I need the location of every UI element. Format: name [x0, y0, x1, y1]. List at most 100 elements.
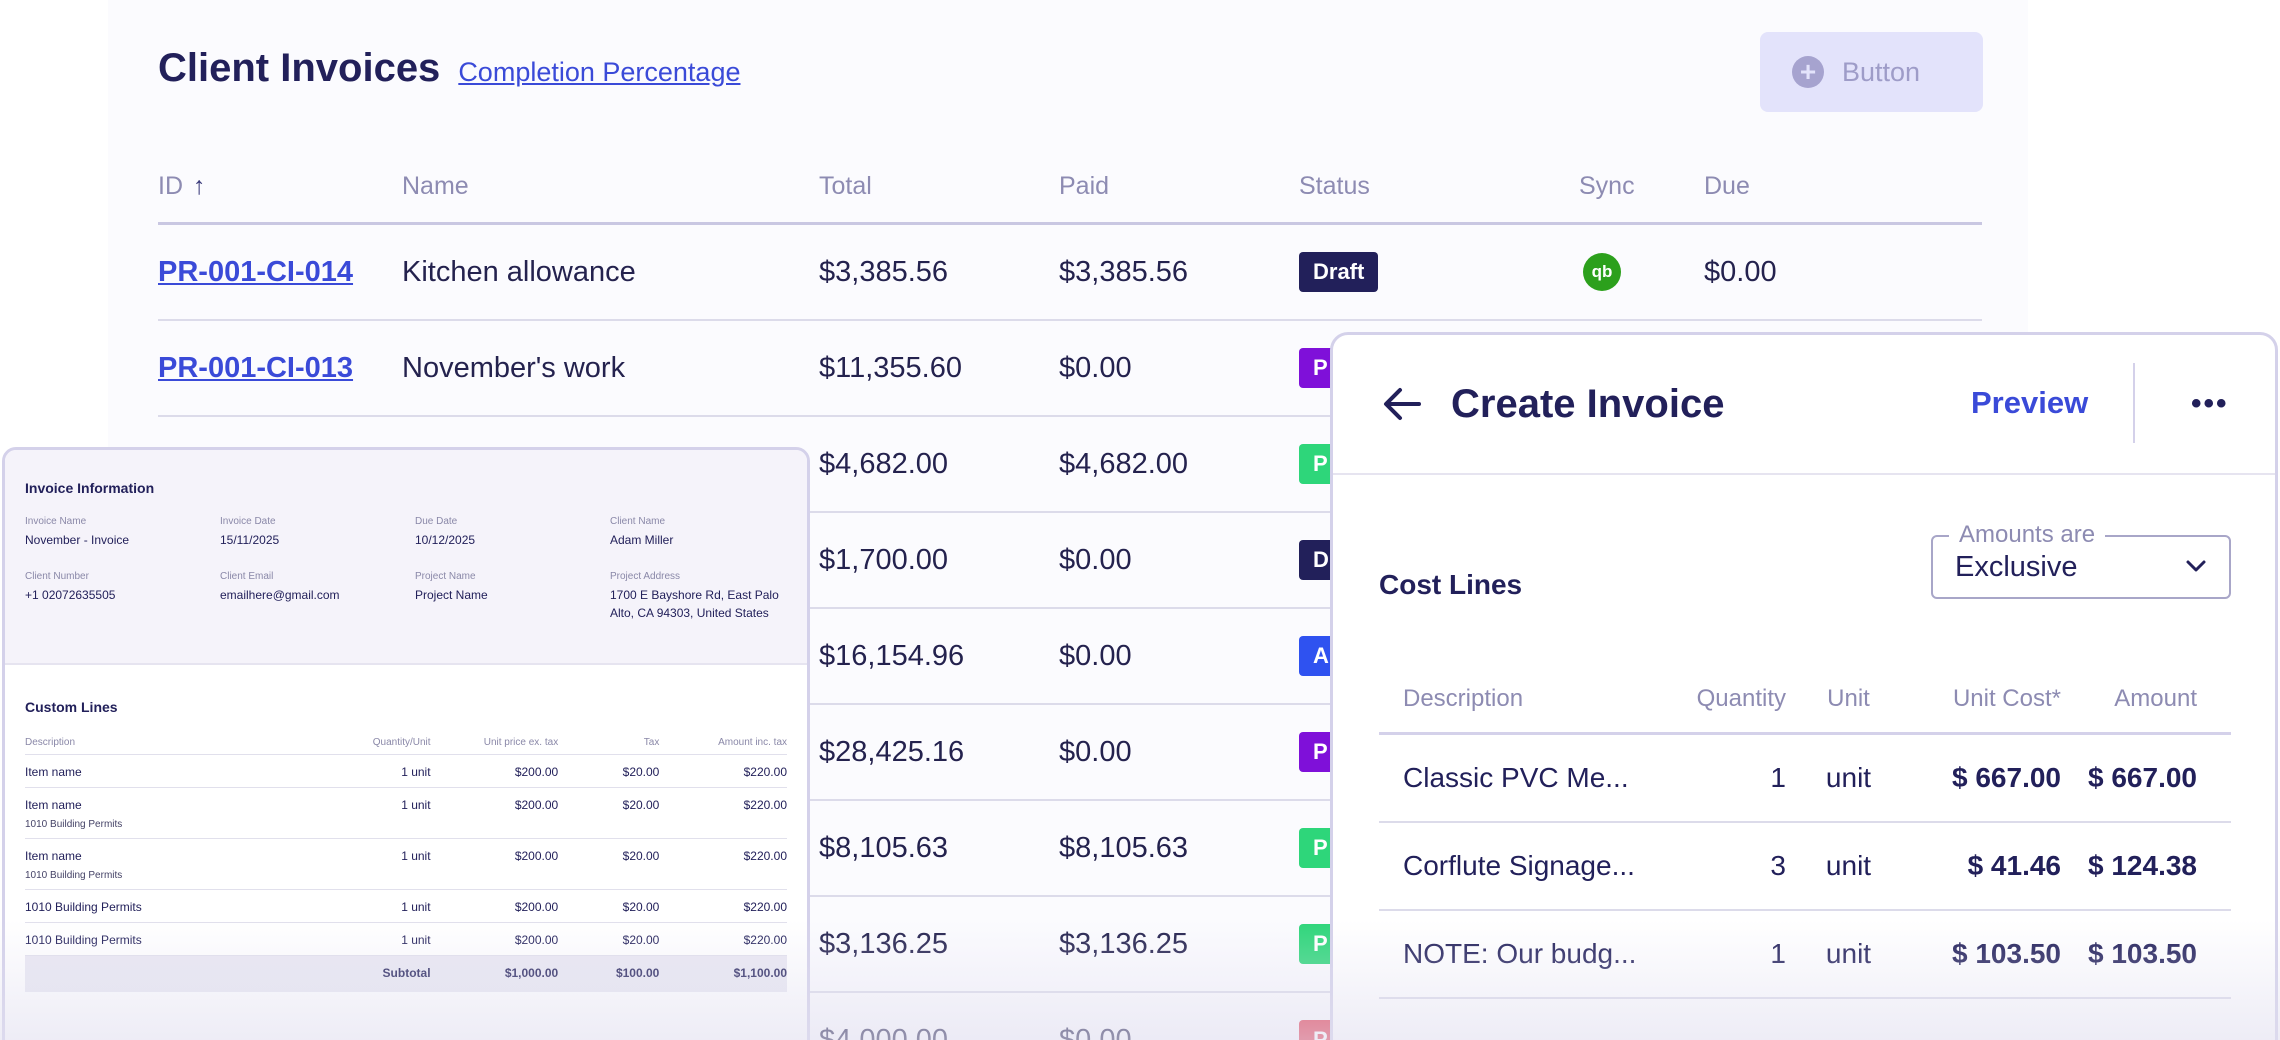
- line-unit-price: $200.00: [514, 900, 559, 914]
- header-divider: [2133, 363, 2135, 443]
- custom-lines-body: Item name 1 unit $200.00 $20.00 $220.00 Item …: [25, 755, 787, 956]
- invoice-field: Due Date 10/12/2025: [415, 516, 610, 549]
- preview-button[interactable]: Preview: [1971, 385, 2088, 421]
- col-unit: Unit: [1827, 684, 1870, 712]
- back-arrow-icon[interactable]: [1383, 384, 1423, 424]
- col-unit-cost: Unit Cost*: [1952, 684, 2061, 712]
- custom-line-row: Item name 1 unit $200.00 $20.00 $220.00: [25, 755, 787, 788]
- row-paid: $4,682.00: [1059, 447, 1189, 480]
- field-value: 1700 E Bayshore Rd, East Palo Alto, CA 9…: [610, 588, 779, 620]
- page-title: Client Invoices: [158, 46, 441, 90]
- add-button[interactable]: + Button: [1760, 32, 1983, 112]
- cost-quantity[interactable]: 1: [1671, 762, 1786, 794]
- cost-description[interactable]: Corflute Signage...: [1379, 850, 1671, 882]
- cost-quantity[interactable]: 3: [1671, 850, 1786, 882]
- line-tax: $20.00: [622, 933, 660, 947]
- cost-lines-header: Description Quantity Unit Unit Cost* Amo…: [1379, 665, 2231, 735]
- column-due[interactable]: Due: [1704, 172, 1904, 201]
- subtotal-row: Subtotal $1,000.00 $100.00 $1,100.00: [25, 956, 787, 992]
- row-total: $4,000.00: [819, 1023, 949, 1040]
- subtotal-tax: $100.00: [615, 966, 660, 980]
- line-description: Item name: [25, 798, 82, 812]
- column-id[interactable]: ID ↑: [158, 172, 402, 201]
- col-description: Description: [25, 737, 76, 748]
- line-quantity: 1 unit: [401, 849, 431, 863]
- line-cost-code: 1010 Building Permits: [25, 819, 123, 830]
- cost-lines-table: Description Quantity Unit Unit Cost* Amo…: [1379, 665, 2231, 999]
- invoice-field: Invoice Name November - Invoice: [25, 516, 220, 549]
- column-paid[interactable]: Paid: [1059, 172, 1299, 201]
- custom-lines-title: Custom Lines: [25, 699, 118, 715]
- row-total: $28,425.16: [819, 735, 965, 768]
- col-unit-price: Unit price ex. tax: [483, 737, 559, 748]
- row-total: $11,355.60: [819, 351, 962, 384]
- line-amount: $220.00: [743, 798, 787, 812]
- line-quantity: 1 unit: [401, 765, 431, 779]
- cost-quantity[interactable]: 1: [1671, 938, 1786, 970]
- field-value: November - Invoice: [25, 533, 130, 547]
- field-value: Adam Miller: [610, 533, 674, 547]
- cost-unit-cost[interactable]: $ 41.46: [1911, 850, 2061, 882]
- subtotal-price: $1,000.00: [504, 966, 559, 980]
- table-row[interactable]: PR-001-CI-014 Kitchen allowance $3,385.56 $…: [158, 225, 1982, 321]
- line-amount: $220.00: [743, 765, 787, 779]
- line-tax: $20.00: [622, 765, 660, 779]
- cost-unit-cost[interactable]: $ 103.50: [1911, 938, 2061, 970]
- invoice-information-title: Invoice Information: [25, 480, 155, 496]
- invoice-field: Client Number +1 02072635505: [25, 571, 220, 622]
- quickbooks-icon: qb: [1583, 253, 1621, 291]
- invoice-id-link[interactable]: PR-001-CI-014: [158, 256, 353, 288]
- amounts-are-select[interactable]: Amounts are Exclusive: [1931, 521, 2231, 599]
- line-amount: $220.00: [743, 849, 787, 863]
- completion-percentage-link[interactable]: Completion Percentage: [458, 57, 740, 88]
- row-total: $3,385.56: [819, 255, 949, 288]
- more-options-icon[interactable]: •••: [2191, 387, 2229, 421]
- row-sync-cell: qb: [1579, 253, 1704, 291]
- row-paid: $8,105.63: [1059, 831, 1189, 864]
- column-sync[interactable]: Sync: [1579, 172, 1704, 201]
- row-total: $1,700.00: [819, 543, 949, 576]
- field-label: Project Address: [610, 571, 681, 582]
- cost-lines-title: Cost Lines: [1379, 569, 1523, 600]
- subtotal-amount: $1,100.00: [733, 966, 787, 980]
- create-invoice-title: Create Invoice: [1451, 381, 1725, 426]
- field-value: emailhere@gmail.com: [220, 588, 340, 602]
- custom-lines-header: Description Quantity/Unit Unit price ex.…: [25, 737, 787, 755]
- line-description: Item name: [25, 765, 82, 779]
- custom-line-row: Item name 1010 Building Permits 1 unit $200…: [25, 788, 787, 839]
- field-label: Client Name: [610, 516, 666, 527]
- custom-line-row: 1010 Building Permits 1 unit $200.00 $20.00…: [25, 923, 787, 956]
- line-unit-price: $200.00: [514, 933, 559, 947]
- field-label: Invoice Date: [220, 516, 276, 527]
- cost-line-row[interactable]: Corflute Signage... 3 unit $ 41.46 $ 124.38: [1379, 823, 2231, 911]
- cost-description[interactable]: Classic PVC Me...: [1379, 762, 1671, 794]
- invoice-field: Client Email emailhere@gmail.com: [220, 571, 415, 622]
- cost-description[interactable]: NOTE: Our budg...: [1379, 938, 1671, 970]
- custom-lines-section: Custom Lines Description Quantity/Unit U…: [5, 665, 807, 992]
- row-paid: $0.00: [1059, 1023, 1132, 1040]
- cost-amount: $ 667.00: [2088, 762, 2197, 793]
- line-description: 1010 Building Permits: [25, 933, 142, 947]
- line-unit-price: $200.00: [514, 765, 559, 779]
- invoice-id-link[interactable]: PR-001-CI-013: [158, 352, 353, 384]
- column-status[interactable]: Status: [1299, 172, 1579, 201]
- column-name[interactable]: Name: [402, 172, 819, 201]
- line-description-cell: Item name: [25, 765, 270, 779]
- cost-unit[interactable]: unit: [1786, 850, 1911, 882]
- row-name: November's work: [402, 351, 626, 384]
- cost-line-row[interactable]: Classic PVC Me... 1 unit $ 667.00 $ 667.00: [1379, 735, 2231, 823]
- create-invoice-panel: Create Invoice Preview ••• Cost Lines Am…: [1330, 332, 2278, 1040]
- field-value: 10/12/2025: [415, 533, 476, 547]
- cost-unit[interactable]: unit: [1786, 762, 1911, 794]
- status-badge: Draft: [1299, 252, 1379, 292]
- cost-unit-cost[interactable]: $ 667.00: [1911, 762, 2061, 794]
- cost-line-row[interactable]: NOTE: Our budg... 1 unit $ 103.50 $ 103.50: [1379, 911, 2231, 999]
- cost-unit[interactable]: unit: [1786, 938, 1911, 970]
- line-unit-price: $200.00: [514, 849, 559, 863]
- amounts-are-value: Exclusive: [1955, 551, 2078, 583]
- field-value: Project Name: [415, 588, 488, 602]
- row-paid: $3,136.25: [1059, 927, 1189, 960]
- column-total[interactable]: Total: [819, 172, 1059, 201]
- line-description-cell: Item name 1010 Building Permits: [25, 798, 270, 830]
- custom-line-row: 1010 Building Permits 1 unit $200.00 $20.00…: [25, 890, 787, 923]
